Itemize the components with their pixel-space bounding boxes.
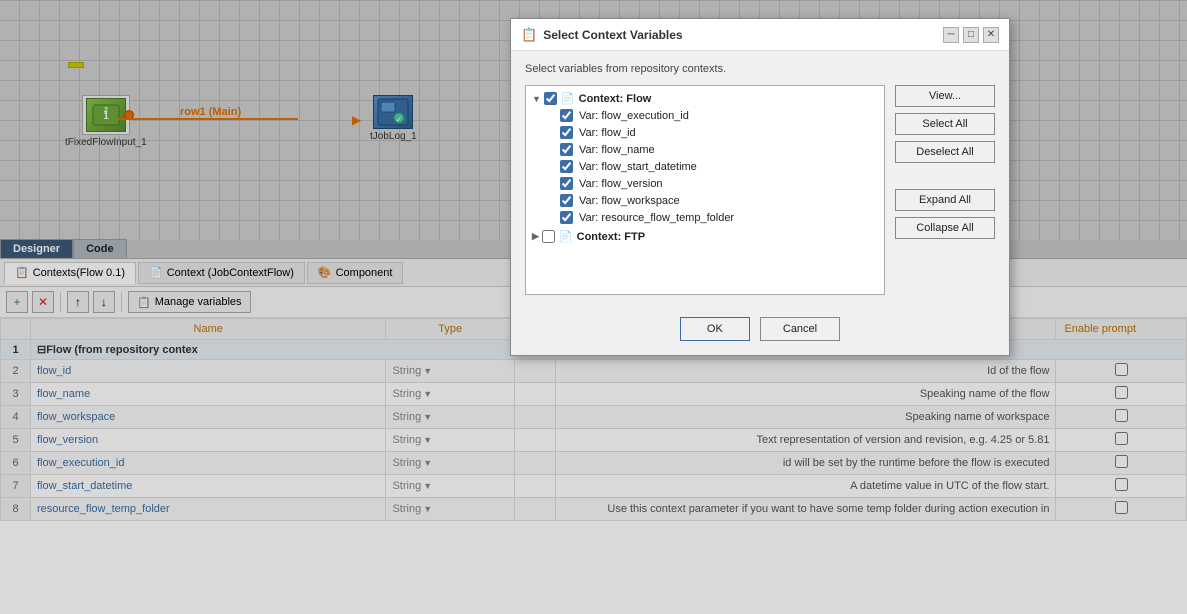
tree-children-flow: Var: flow_execution_id Var: flow_id Var:…: [558, 107, 880, 226]
tree-parent-flow[interactable]: ▼ 📄 Context: Flow: [530, 90, 880, 107]
tree-child-item: Var: flow_execution_id: [558, 107, 880, 124]
tree-child-label: Var: flow_start_datetime: [579, 161, 697, 173]
tree-child-checkbox[interactable]: [560, 177, 573, 190]
select-all-label: Select All: [922, 118, 967, 130]
tree-child-label: Var: resource_flow_temp_folder: [579, 212, 734, 224]
tree-child-item: Var: flow_id: [558, 124, 880, 141]
expand-all-button[interactable]: Expand All: [895, 189, 995, 211]
tree-child-item: Var: flow_version: [558, 175, 880, 192]
collapse-all-button[interactable]: Collapse All: [895, 217, 995, 239]
expand-all-label: Expand All: [919, 194, 971, 206]
modal-title-icon: 📋: [521, 27, 537, 43]
tree-child-checkbox[interactable]: [560, 211, 573, 224]
modal-close-button[interactable]: ✕: [983, 27, 999, 43]
modal-body: Select variables from repository context…: [511, 51, 1009, 307]
tree-child-checkbox[interactable]: [560, 109, 573, 122]
cancel-button[interactable]: Cancel: [760, 317, 840, 341]
modal-footer: OK Cancel: [511, 307, 1009, 355]
tree-flow-label: Context: Flow: [579, 93, 652, 105]
select-all-button[interactable]: Select All: [895, 113, 995, 135]
tree-child-item: Var: resource_flow_temp_folder: [558, 209, 880, 226]
tree-parent-ftp[interactable]: ▶ 📄 Context: FTP: [530, 228, 880, 245]
view-button[interactable]: View...: [895, 85, 995, 107]
button-spacer: [895, 169, 995, 183]
tree-child-item: Var: flow_start_datetime: [558, 158, 880, 175]
modal-maximize-button[interactable]: □: [963, 27, 979, 43]
tree-check-flow[interactable]: [544, 92, 557, 105]
tree-child-item: Var: flow_name: [558, 141, 880, 158]
deselect-all-label: Deselect All: [916, 146, 973, 158]
tree-child-label: Var: flow_name: [579, 144, 655, 156]
tree-arrow-flow: ▼: [532, 94, 541, 104]
tree-check-ftp[interactable]: [542, 230, 555, 243]
collapse-all-label: Collapse All: [916, 222, 973, 234]
tree-group-flow: ▼ 📄 Context: Flow Var: flow_execution_id…: [530, 90, 880, 226]
tree-group-ftp: ▶ 📄 Context: FTP: [530, 228, 880, 245]
tree-flow-icon: 📄: [561, 92, 575, 105]
tree-ftp-label: Context: FTP: [577, 231, 645, 243]
modal-tree-area: ▼ 📄 Context: Flow Var: flow_execution_id…: [525, 85, 885, 295]
tree-child-checkbox[interactable]: [560, 160, 573, 173]
modal-subtitle: Select variables from repository context…: [525, 63, 995, 75]
tree-ftp-icon: 📄: [559, 230, 573, 243]
modal-title-text: Select Context Variables: [543, 28, 939, 42]
tree-child-label: Var: flow_version: [579, 178, 663, 190]
ok-label: OK: [707, 323, 723, 335]
view-button-label: View...: [929, 90, 961, 102]
deselect-all-button[interactable]: Deselect All: [895, 141, 995, 163]
modal-minimize-button[interactable]: ─: [943, 27, 959, 43]
tree-child-checkbox[interactable]: [560, 126, 573, 139]
tree-child-item: Var: flow_workspace: [558, 192, 880, 209]
select-context-variables-modal: 📋 Select Context Variables ─ □ ✕ Select …: [510, 18, 1010, 356]
modal-titlebar: 📋 Select Context Variables ─ □ ✕: [511, 19, 1009, 51]
ok-button[interactable]: OK: [680, 317, 750, 341]
tree-child-checkbox[interactable]: [560, 143, 573, 156]
tree-child-checkbox[interactable]: [560, 194, 573, 207]
modal-content-row: ▼ 📄 Context: Flow Var: flow_execution_id…: [525, 85, 995, 295]
tree-child-label: Var: flow_id: [579, 127, 636, 139]
tree-child-label: Var: flow_workspace: [579, 195, 680, 207]
cancel-label: Cancel: [783, 323, 817, 335]
modal-side-buttons: View... Select All Deselect All Expand A…: [895, 85, 995, 295]
tree-child-label: Var: flow_execution_id: [579, 110, 689, 122]
tree-arrow-ftp: ▶: [532, 231, 539, 242]
